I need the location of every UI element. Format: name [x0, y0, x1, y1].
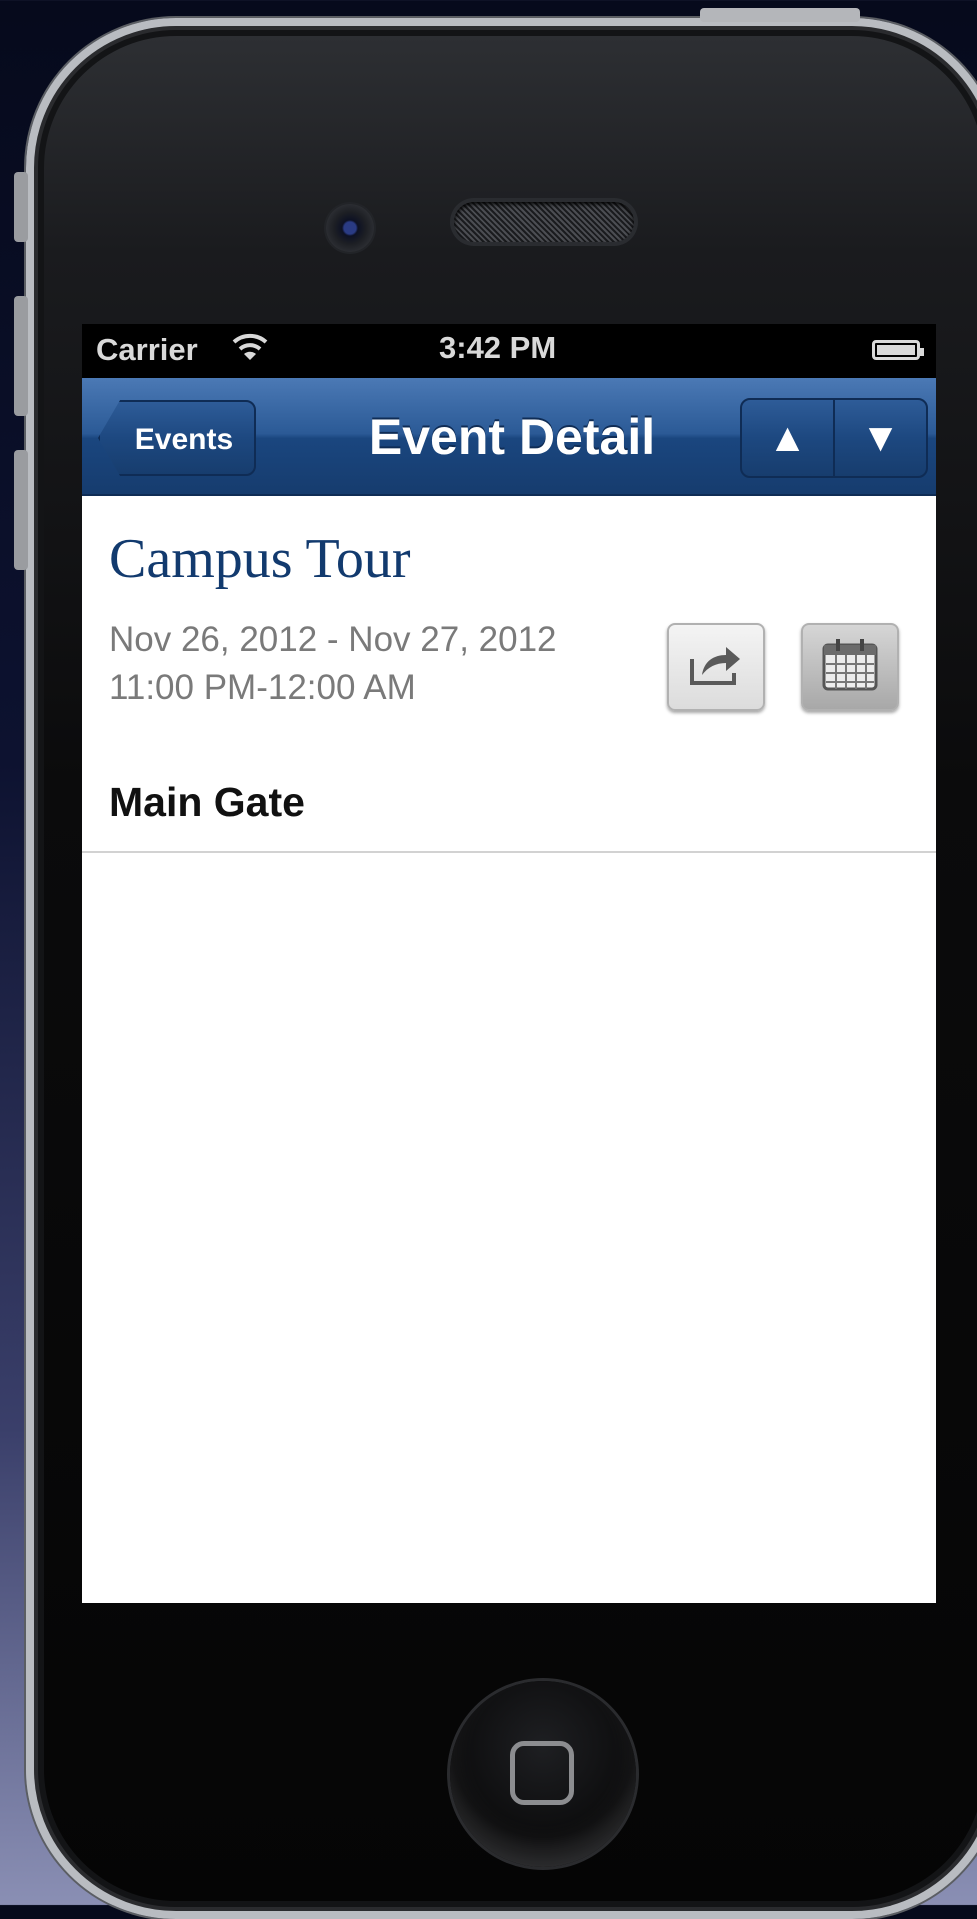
- status-time: 3:42 PM: [439, 330, 557, 365]
- home-square-icon: [510, 1741, 574, 1805]
- status-bar: Carrier 3:42 PM: [82, 324, 936, 378]
- prev-next-control: ▲ ▼: [740, 398, 928, 478]
- divider: [82, 851, 936, 853]
- carrier-label: Carrier: [96, 332, 198, 367]
- page-title: Event Detail: [368, 409, 656, 465]
- back-button[interactable]: Events: [98, 400, 256, 476]
- event-date-range: Nov 26, 2012 - Nov 27, 2012: [109, 620, 557, 659]
- navigation-bar: Events Event Detail ▲ ▼: [82, 378, 936, 496]
- event-time-range: 11:00 PM-12:00 AM: [109, 668, 416, 707]
- next-event-button[interactable]: ▼: [833, 400, 926, 476]
- volume-up-button[interactable]: [14, 296, 28, 416]
- event-title: Campus Tour: [109, 528, 411, 590]
- event-location: Main Gate: [109, 779, 305, 825]
- add-to-calendar-button[interactable]: [801, 623, 899, 711]
- screen: Carrier 3:42 PM Events Event Detail ▲ ▼ …: [82, 324, 936, 1603]
- home-button[interactable]: [450, 1681, 636, 1867]
- calendar-icon: [820, 637, 880, 698]
- sleep-button[interactable]: [700, 8, 860, 22]
- wifi-icon: [230, 330, 270, 372]
- front-camera: [326, 204, 374, 252]
- mute-switch[interactable]: [14, 172, 28, 242]
- earpiece-speaker: [454, 202, 634, 242]
- battery-icon: [872, 340, 924, 360]
- volume-down-button[interactable]: [14, 450, 28, 570]
- share-icon: [686, 641, 746, 694]
- share-button[interactable]: [667, 623, 765, 711]
- previous-event-button[interactable]: ▲: [742, 400, 833, 476]
